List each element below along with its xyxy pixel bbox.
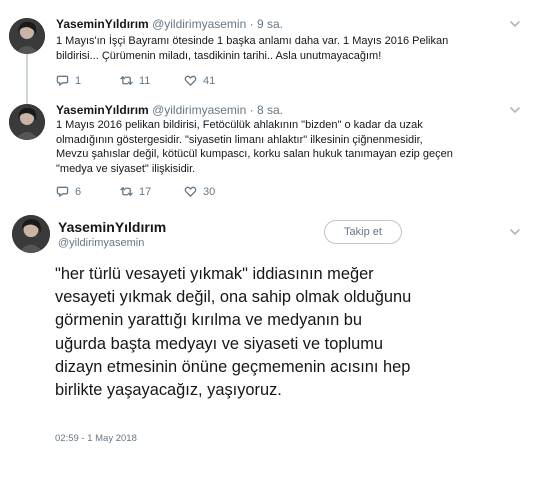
- reply-button[interactable]: 6: [56, 185, 120, 198]
- like-button[interactable]: 41: [184, 74, 248, 87]
- retweet-icon: [120, 76, 133, 85]
- heart-icon: [184, 186, 197, 197]
- retweet-button[interactable]: 17: [120, 185, 184, 198]
- reply-icon: [56, 186, 69, 197]
- display-name[interactable]: YaseminYıldırım: [56, 103, 149, 117]
- reply-button[interactable]: 1: [56, 74, 120, 87]
- reply-icon: [56, 75, 69, 86]
- avatar[interactable]: [9, 18, 45, 54]
- like-count: 41: [203, 74, 216, 87]
- separator-dot: ·: [249, 103, 254, 117]
- chevron-down-icon[interactable]: [509, 18, 521, 30]
- retweet-icon: [120, 187, 133, 196]
- tweet-actions: 1 11 41: [56, 74, 248, 87]
- thread-line: [26, 96, 28, 104]
- tweet-text: 1 Mayıs 2016 pelikan bildirisi, Fetöcülü…: [56, 119, 453, 175]
- separator-dot: ·: [249, 17, 254, 31]
- tweet-text: "her türlü vesayeti yıkmak" iddiasının m…: [55, 265, 412, 400]
- user-handle[interactable]: @yildirimyasemin: [152, 17, 246, 31]
- tweet-text: 1 Mayıs'ın İşçi Bayramı ötesinde 1 başka…: [56, 35, 449, 62]
- tweet-time[interactable]: 8 sa.: [257, 103, 283, 117]
- tweet-time[interactable]: 9 sa.: [257, 17, 283, 31]
- reply-count: 6: [75, 185, 82, 198]
- like-button[interactable]: 30: [184, 185, 248, 198]
- display-name[interactable]: YaseminYıldırım: [58, 219, 166, 235]
- reply-tweet-1: YaseminYıldırım @yildirimyasemin · 9 sa.…: [0, 0, 535, 96]
- chevron-down-icon[interactable]: [509, 104, 521, 116]
- user-handle[interactable]: @yildirimyasemin: [58, 237, 144, 249]
- retweet-count: 17: [139, 185, 152, 198]
- chevron-down-icon[interactable]: [509, 226, 521, 238]
- tweet-header: YaseminYıldırım @yildirimyasemin · 8 sa.: [56, 103, 283, 117]
- avatar[interactable]: [9, 104, 45, 140]
- heart-icon: [184, 75, 197, 86]
- user-handle[interactable]: @yildirimyasemin: [152, 103, 246, 117]
- main-tweet: YaseminYıldırım @yildirimyasemin Takip e…: [0, 206, 535, 480]
- reply-count: 1: [75, 74, 82, 87]
- like-count: 30: [203, 185, 216, 198]
- avatar[interactable]: [12, 215, 50, 253]
- follow-button[interactable]: Takip et: [324, 220, 402, 244]
- retweet-button[interactable]: 11: [120, 74, 184, 87]
- tweet-actions: 6 17 30: [56, 185, 248, 198]
- reply-tweet-2: YaseminYıldırım @yildirimyasemin · 8 sa.…: [0, 96, 535, 206]
- tweet-header: YaseminYıldırım @yildirimyasemin · 9 sa.: [56, 17, 283, 31]
- tweet-timestamp[interactable]: 02:59 - 1 May 2018: [55, 433, 137, 444]
- display-name[interactable]: YaseminYıldırım: [56, 17, 149, 31]
- retweet-count: 11: [139, 74, 151, 87]
